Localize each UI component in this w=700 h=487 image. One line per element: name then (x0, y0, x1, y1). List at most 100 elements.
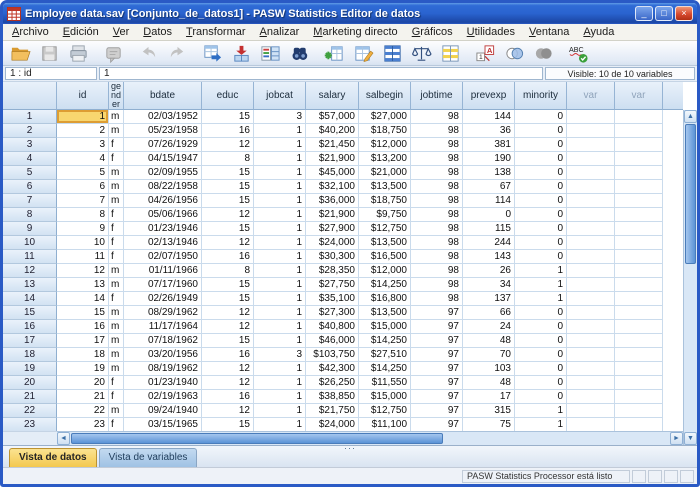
cell-r20-gender[interactable]: f (109, 376, 124, 390)
cell-r19-prevexp[interactable]: 103 (463, 362, 515, 376)
cell-r18-gender[interactable]: m (109, 348, 124, 362)
row-header-12[interactable]: 12 (3, 264, 57, 278)
menu-item-edici-n[interactable]: Edición (56, 25, 106, 39)
cell-r17-educ[interactable]: 15 (202, 334, 254, 348)
cell-r19-minority[interactable]: 0 (515, 362, 567, 376)
cell-r18-var[interactable] (615, 348, 663, 362)
horizontal-scroll-thumb[interactable] (71, 433, 443, 444)
cell-r9-salary[interactable]: $27,900 (306, 222, 359, 236)
cell-r22-jobcat[interactable]: 1 (254, 404, 306, 418)
cell-r6-gender[interactable]: m (109, 180, 124, 194)
cell-r17-salbegin[interactable]: $14,250 (359, 334, 411, 348)
cell-r7-var[interactable] (567, 194, 615, 208)
cell-r12-gender[interactable]: m (109, 264, 124, 278)
cell-r20-bdate[interactable]: 01/23/1940 (124, 376, 202, 390)
row-header-11[interactable]: 11 (3, 250, 57, 264)
cell-r1-salbegin[interactable]: $27,000 (359, 110, 411, 124)
spell-check-button[interactable]: ABC (564, 42, 593, 65)
cell-r19-salbegin[interactable]: $14,250 (359, 362, 411, 376)
cell-r23-jobcat[interactable]: 1 (254, 418, 306, 431)
cell-r8-jobcat[interactable]: 1 (254, 208, 306, 222)
cell-r14-jobcat[interactable]: 1 (254, 292, 306, 306)
cell-r9-var[interactable] (567, 222, 615, 236)
cell-r16-var[interactable] (615, 320, 663, 334)
cell-r17-salary[interactable]: $46,000 (306, 334, 359, 348)
cell-r16-salary[interactable]: $40,800 (306, 320, 359, 334)
cell-r3-bdate[interactable]: 07/26/1929 (124, 138, 202, 152)
cell-r9-jobcat[interactable]: 1 (254, 222, 306, 236)
cell-r6-jobcat[interactable]: 1 (254, 180, 306, 194)
row-header-10[interactable]: 10 (3, 236, 57, 250)
cell-r12-minority[interactable]: 1 (515, 264, 567, 278)
cell-r9-jobtime[interactable]: 98 (411, 222, 463, 236)
cell-r22-var[interactable] (615, 404, 663, 418)
cell-r21-bdate[interactable]: 02/19/1963 (124, 390, 202, 404)
cell-editor[interactable]: 1 (99, 67, 543, 80)
cell-r7-jobtime[interactable]: 98 (411, 194, 463, 208)
row-header-2[interactable]: 2 (3, 124, 57, 138)
cell-r3-educ[interactable]: 12 (202, 138, 254, 152)
menu-item-analizar[interactable]: Analizar (253, 25, 307, 39)
cell-r6-var[interactable] (615, 180, 663, 194)
cell-r4-minority[interactable]: 0 (515, 152, 567, 166)
vertical-scroll-thumb[interactable] (685, 124, 696, 264)
cell-r14-bdate[interactable]: 02/26/1949 (124, 292, 202, 306)
cell-r12-educ[interactable]: 8 (202, 264, 254, 278)
cell-r10-id[interactable]: 10 (57, 236, 109, 250)
cell-r10-minority[interactable]: 0 (515, 236, 567, 250)
insert-cases-button[interactable] (320, 42, 349, 65)
cell-r16-jobtime[interactable]: 97 (411, 320, 463, 334)
cell-r12-id[interactable]: 12 (57, 264, 109, 278)
cell-r2-prevexp[interactable]: 36 (463, 124, 515, 138)
cell-r22-salary[interactable]: $21,750 (306, 404, 359, 418)
cell-r11-prevexp[interactable]: 143 (463, 250, 515, 264)
column-header-var-10[interactable]: var (567, 82, 615, 110)
print-button[interactable] (64, 42, 93, 65)
cell-r18-id[interactable]: 18 (57, 348, 109, 362)
cell-r11-salbegin[interactable]: $16,500 (359, 250, 411, 264)
cell-r11-jobtime[interactable]: 98 (411, 250, 463, 264)
split-file-button[interactable] (378, 42, 407, 65)
goto-case-button[interactable] (198, 42, 227, 65)
cell-r4-bdate[interactable]: 04/15/1947 (124, 152, 202, 166)
cell-r21-id[interactable]: 21 (57, 390, 109, 404)
cell-r20-salbegin[interactable]: $11,550 (359, 376, 411, 390)
cell-r8-prevexp[interactable]: 0 (463, 208, 515, 222)
menu-item-datos[interactable]: Datos (136, 25, 179, 39)
cell-r23-gender[interactable]: f (109, 418, 124, 431)
cell-r21-var[interactable] (567, 390, 615, 404)
close-button[interactable]: × (675, 6, 693, 21)
cell-r10-salary[interactable]: $24,000 (306, 236, 359, 250)
cell-r3-var[interactable] (615, 138, 663, 152)
cell-r19-jobtime[interactable]: 97 (411, 362, 463, 376)
cell-r2-bdate[interactable]: 05/23/1958 (124, 124, 202, 138)
cell-r5-minority[interactable]: 0 (515, 166, 567, 180)
cell-r13-salbegin[interactable]: $14,250 (359, 278, 411, 292)
cell-r2-jobtime[interactable]: 98 (411, 124, 463, 138)
cell-r21-educ[interactable]: 16 (202, 390, 254, 404)
cell-r16-jobcat[interactable]: 1 (254, 320, 306, 334)
cell-r23-educ[interactable]: 15 (202, 418, 254, 431)
cell-r20-id[interactable]: 20 (57, 376, 109, 390)
insert-variable-button[interactable] (349, 42, 378, 65)
cell-r23-id[interactable]: 23 (57, 418, 109, 431)
horizontal-scrollbar[interactable]: ◄ ► (57, 431, 683, 445)
cell-r9-id[interactable]: 9 (57, 222, 109, 236)
cell-r10-prevexp[interactable]: 244 (463, 236, 515, 250)
cell-r5-id[interactable]: 5 (57, 166, 109, 180)
cell-r8-salary[interactable]: $21,900 (306, 208, 359, 222)
cell-r12-jobcat[interactable]: 1 (254, 264, 306, 278)
cell-r4-prevexp[interactable]: 190 (463, 152, 515, 166)
row-header-8[interactable]: 8 (3, 208, 57, 222)
cell-r13-prevexp[interactable]: 34 (463, 278, 515, 292)
row-header-7[interactable]: 7 (3, 194, 57, 208)
scroll-right-button[interactable]: ► (670, 432, 683, 445)
cell-r10-var[interactable] (567, 236, 615, 250)
cell-r10-educ[interactable]: 12 (202, 236, 254, 250)
cell-r7-id[interactable]: 7 (57, 194, 109, 208)
cell-r17-jobcat[interactable]: 1 (254, 334, 306, 348)
cell-r7-var[interactable] (615, 194, 663, 208)
cell-r5-gender[interactable]: m (109, 166, 124, 180)
cell-r10-salbegin[interactable]: $13,500 (359, 236, 411, 250)
cell-r4-educ[interactable]: 8 (202, 152, 254, 166)
